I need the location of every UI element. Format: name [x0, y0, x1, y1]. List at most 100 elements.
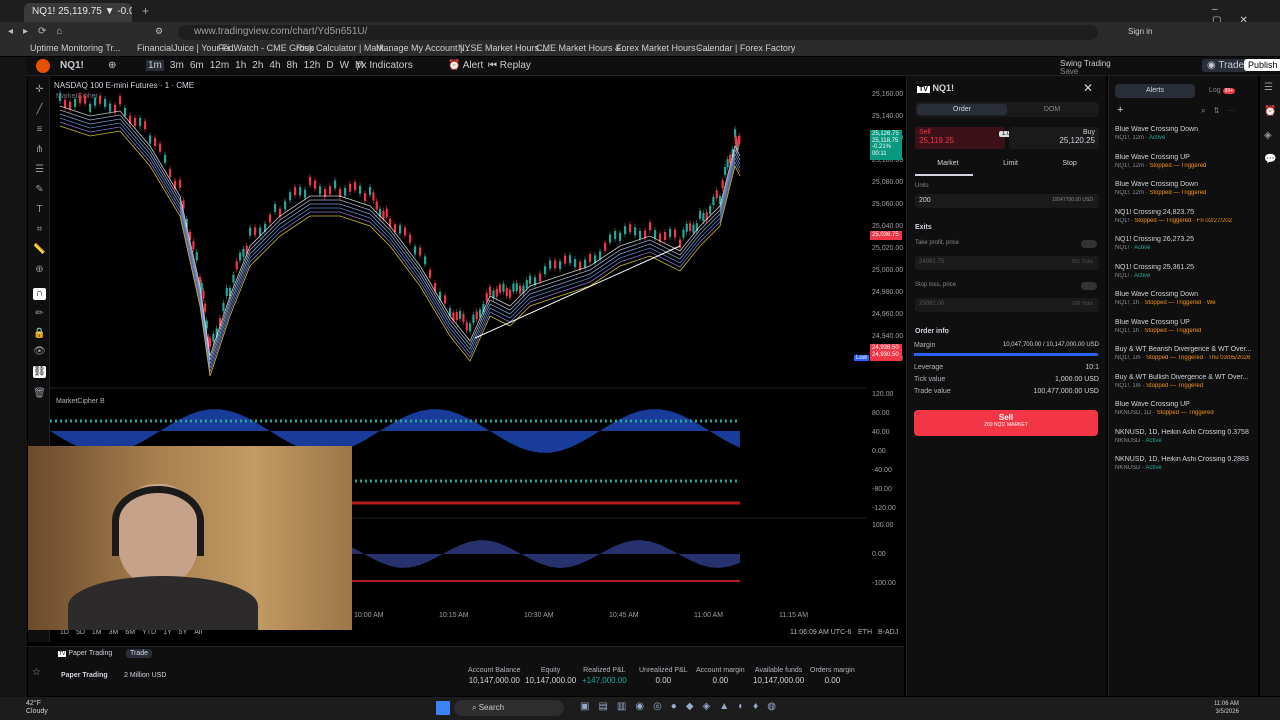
nav-buttons[interactable]: ◂▸⟳⌂: [8, 26, 72, 37]
alert-item[interactable]: NQ1! Crossing 24,823.75 NQ1! · Stopped — …: [1115, 209, 1255, 224]
submit-sell-button[interactable]: Sell 200 NQ1! MARKET: [914, 410, 1098, 436]
alert-item[interactable]: Blue Wave Crossing UP NQ1!, 1h · Stopped …: [1115, 319, 1255, 334]
layers-icon[interactable]: ◈: [1264, 130, 1272, 141]
ruler-icon[interactable]: 📏: [33, 244, 46, 256]
taskbar-search[interactable]: ⌕ Search: [454, 700, 564, 716]
type-market[interactable]: Market: [937, 160, 958, 167]
weather-widget[interactable]: 42°F Cloudy: [26, 700, 48, 716]
alert-item[interactable]: Buy & WT Bullish Divergence & WT Over...…: [1115, 374, 1255, 389]
horizontal-lines-icon[interactable]: ≡: [33, 124, 46, 136]
units-input[interactable]: 200 10047700.00 USD: [915, 194, 1099, 208]
crosshair-icon[interactable]: ✛: [33, 84, 46, 96]
alert-item[interactable]: Blue Wave Crossing Down NQ1!, 12m · Activ…: [1115, 126, 1255, 141]
session-toggle[interactable]: ETH: [858, 629, 872, 636]
timeframe-D[interactable]: D: [326, 60, 333, 71]
timeframe-12h[interactable]: 12h: [304, 60, 321, 71]
balance-selector[interactable]: 2 Million USD: [124, 672, 166, 679]
range-1M[interactable]: 1M: [92, 629, 102, 636]
trendline-icon[interactable]: ╱: [33, 104, 46, 116]
alert-item[interactable]: Blue Wave Crossing Down NQ1!, 1h · Stoppe…: [1115, 291, 1255, 306]
indicators-button[interactable]: ƒx Indicators: [356, 60, 413, 71]
tab-alerts[interactable]: Alerts: [1115, 84, 1195, 98]
compare-icon[interactable]: ⊕: [108, 60, 116, 71]
signin-button[interactable]: Sign in: [1128, 27, 1152, 36]
bookmark[interactable]: CME Market Hours &...: [536, 43, 629, 53]
pattern-icon[interactable]: ⌗: [33, 224, 46, 236]
adj-toggle[interactable]: B-ADJ: [878, 629, 898, 636]
sl-toggle[interactable]: [1081, 282, 1097, 290]
account-selector[interactable]: Paper Trading: [61, 672, 108, 679]
buy-side-button[interactable]: Buy 25,120.25: [1009, 127, 1099, 149]
pitchfork-icon[interactable]: ⋔: [33, 144, 46, 156]
sell-side-button[interactable]: Sell 25,119.25: [915, 127, 1005, 149]
type-stop[interactable]: Stop: [1062, 160, 1076, 167]
range-1D[interactable]: 1D: [60, 629, 69, 636]
taskbar-apps[interactable]: ▣▤▥◉◎●◆◈▲◐♦◍: [580, 701, 785, 712]
close-icon[interactable]: ✕: [1083, 81, 1093, 95]
alert-tools[interactable]: ⌕⇅⋯: [1201, 106, 1244, 116]
tab-log[interactable]: Log 99+: [1209, 87, 1236, 94]
timeframe-6m[interactable]: 6m: [190, 60, 204, 71]
url-field[interactable]: www.tradingview.com/chart/Yd5n651U/: [178, 25, 1098, 40]
lock-icon[interactable]: 🔒: [33, 328, 46, 340]
alert-item[interactable]: NQ1! Crossing 25,361.25 NQ1! · Active: [1115, 264, 1255, 279]
range-All[interactable]: All: [194, 629, 202, 636]
type-limit[interactable]: Limit: [1003, 160, 1018, 167]
bottom-tab-trade[interactable]: Trade: [126, 649, 153, 658]
timeframe-2h[interactable]: 2h: [252, 60, 263, 71]
range-1Y[interactable]: 1Y: [163, 629, 172, 636]
alert-item[interactable]: NKNUSD, 1D, Heikin Ashi Crossing 0.3758 N…: [1115, 429, 1255, 444]
avatar[interactable]: [36, 59, 50, 73]
range-3M[interactable]: 3M: [109, 629, 119, 636]
site-info-icon[interactable]: ⚙: [155, 26, 163, 37]
symbol-search[interactable]: NQ1!: [60, 60, 84, 71]
timeframe-W[interactable]: W: [340, 60, 349, 71]
alert-item[interactable]: Blue Wave Crossing UP NQ1!, 12m · Stopped…: [1115, 154, 1255, 169]
stay-drawing-icon[interactable]: ✏: [33, 308, 46, 320]
timeframe-12m[interactable]: 12m: [210, 60, 229, 71]
link-icon[interactable]: ⛓: [33, 366, 46, 378]
tp-toggle[interactable]: [1081, 240, 1097, 248]
bookmark[interactable]: Calendar | Forex Factory: [696, 43, 795, 53]
replay-button[interactable]: ⏮ Replay: [488, 60, 531, 71]
bookmark[interactable]: Manage My Account |...: [376, 43, 470, 53]
alert-item[interactable]: NKNUSD, 1D, Heikin Ashi Crossing 0.2883 N…: [1115, 456, 1255, 471]
browser-tab[interactable]: NQ1! 25,119.75 ▼ -0.07% Swin: [24, 3, 132, 22]
timeframe-1h[interactable]: 1h: [235, 60, 246, 71]
range-5D[interactable]: 5D: [76, 629, 85, 636]
alert-button[interactable]: ⏰ Alert: [448, 60, 483, 71]
add-alert-icon[interactable]: +: [1117, 104, 1123, 116]
alert-item[interactable]: Blue Wave Crossing UP NKNUSD, 1D · Stoppe…: [1115, 401, 1255, 416]
chat-icon[interactable]: 💬: [1264, 154, 1276, 165]
timeframe-4h[interactable]: 4h: [269, 60, 280, 71]
trash-icon[interactable]: 🗑: [33, 388, 46, 400]
alert-item[interactable]: Buy & WT Bearish Divergence & WT Over...…: [1115, 346, 1255, 361]
range-YTD[interactable]: YTD: [142, 629, 156, 636]
zoom-icon[interactable]: ⊕: [33, 264, 46, 276]
layout-selector[interactable]: Swing Trading Save: [1060, 60, 1111, 76]
trade-button[interactable]: ◉ Trade: [1202, 59, 1250, 72]
magnet-icon[interactable]: ∩: [33, 288, 46, 300]
alert-item[interactable]: NQ1! Crossing 26,273.25 NQ1! · Active: [1115, 236, 1255, 251]
tp-input[interactable]: 24981.75 501 Ticks: [915, 256, 1099, 270]
alert-item[interactable]: Blue Wave Crossing Down NQ1!, 12m · Stopp…: [1115, 181, 1255, 196]
sl-input[interactable]: 25082.00 100 Ticks: [915, 298, 1099, 312]
eye-icon[interactable]: 👁: [33, 346, 46, 358]
publish-button[interactable]: Publish: [1244, 59, 1280, 71]
text-icon[interactable]: T: [33, 204, 46, 216]
windows-start-icon[interactable]: [436, 701, 450, 715]
bottom-tab-paper[interactable]: TV Paper Trading: [58, 650, 112, 657]
timeframe-1m[interactable]: 1m: [146, 60, 164, 71]
new-tab-button[interactable]: +: [142, 4, 149, 18]
alerts-icon[interactable]: ⏰: [1264, 106, 1276, 117]
tab-order[interactable]: Order: [917, 104, 1007, 115]
brush-icon[interactable]: ✎: [33, 184, 46, 196]
bookmark[interactable]: Uptime Monitoring Tr...: [30, 43, 121, 53]
system-clock[interactable]: 11:06 AM 3/5/2026: [1214, 700, 1239, 716]
tab-dom[interactable]: DOM: [1007, 104, 1097, 115]
range-6M[interactable]: 6M: [125, 629, 135, 636]
timeframe-8h[interactable]: 8h: [287, 60, 298, 71]
star-icon[interactable]: ☆: [32, 667, 41, 678]
timeframe-3m[interactable]: 3m: [170, 60, 184, 71]
fib-icon[interactable]: ☰: [33, 164, 46, 176]
